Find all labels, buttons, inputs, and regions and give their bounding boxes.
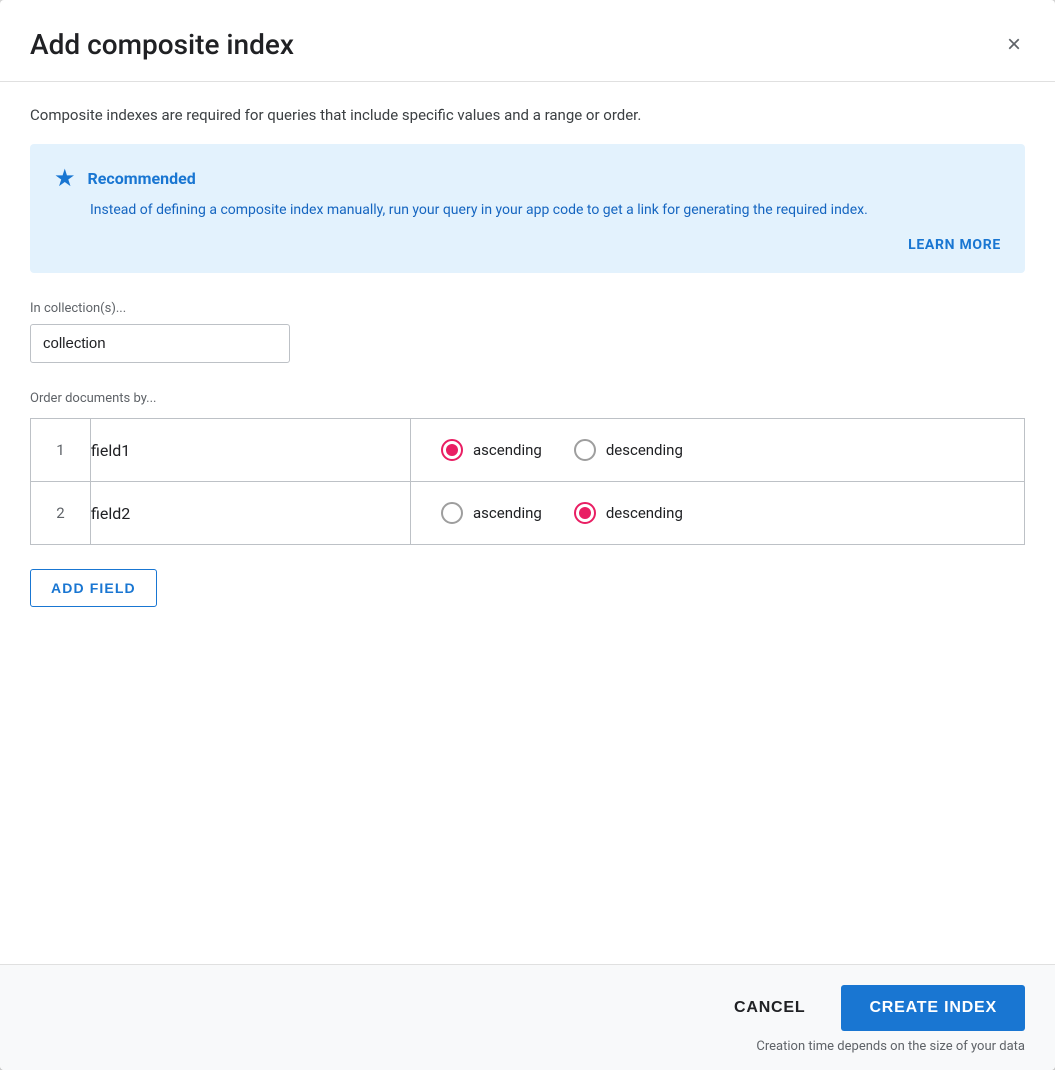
footer-actions: CANCEL CREATE INDEX (30, 985, 1025, 1031)
footer-note: Creation time depends on the size of you… (30, 1039, 1025, 1054)
ascending-radio[interactable] (441, 502, 463, 524)
order-label: Order documents by... (30, 391, 1025, 406)
field-name: field2 (91, 482, 411, 545)
ascending-option[interactable]: ascending (441, 502, 542, 524)
add-field-button[interactable]: ADD FIELD (30, 569, 157, 607)
radio-group: ascending descending (411, 482, 1024, 544)
create-index-button[interactable]: CREATE INDEX (841, 985, 1025, 1031)
ascending-radio[interactable] (441, 439, 463, 461)
index-fields-table: 1 field1 ascending descending (30, 418, 1025, 545)
rec-header: ★ Recommended (54, 164, 1001, 192)
learn-more-link[interactable]: LEARN MORE (54, 237, 1001, 253)
row-number: 1 (31, 419, 91, 482)
descending-option[interactable]: descending (574, 439, 683, 461)
dialog-footer: CANCEL CREATE INDEX Creation time depend… (0, 964, 1055, 1070)
radio-group: ascending descending (411, 419, 1024, 481)
radio-group-cell: ascending descending (411, 482, 1025, 545)
ascending-label: ascending (473, 504, 542, 522)
star-icon: ★ (54, 164, 76, 192)
dialog-header: Add composite index × (0, 0, 1055, 82)
table-row: 2 field2 ascending descending (31, 482, 1025, 545)
collection-input[interactable] (30, 324, 290, 363)
descending-radio[interactable] (574, 502, 596, 524)
dialog-body: Composite indexes are required for queri… (0, 82, 1055, 964)
description-text: Composite indexes are required for queri… (30, 106, 1025, 124)
add-composite-index-dialog: Add composite index × Composite indexes … (0, 0, 1055, 1070)
close-button[interactable]: × (1003, 29, 1025, 61)
cancel-button[interactable]: CANCEL (706, 985, 833, 1031)
recommendation-box: ★ Recommended Instead of defining a comp… (30, 144, 1025, 273)
descending-label: descending (606, 504, 683, 522)
table-row: 1 field1 ascending descending (31, 419, 1025, 482)
rec-body: Instead of defining a composite index ma… (90, 200, 1001, 221)
radio-group-cell: ascending descending (411, 419, 1025, 482)
ascending-option[interactable]: ascending (441, 439, 542, 461)
collection-label: In collection(s)... (30, 301, 1025, 316)
rec-title: Recommended (88, 169, 196, 188)
row-number: 2 (31, 482, 91, 545)
ascending-label: ascending (473, 441, 542, 459)
field-name: field1 (91, 419, 411, 482)
descending-option[interactable]: descending (574, 502, 683, 524)
dialog-title: Add composite index (30, 28, 294, 61)
collection-section: In collection(s)... (30, 301, 1025, 363)
descending-label: descending (606, 441, 683, 459)
descending-radio[interactable] (574, 439, 596, 461)
